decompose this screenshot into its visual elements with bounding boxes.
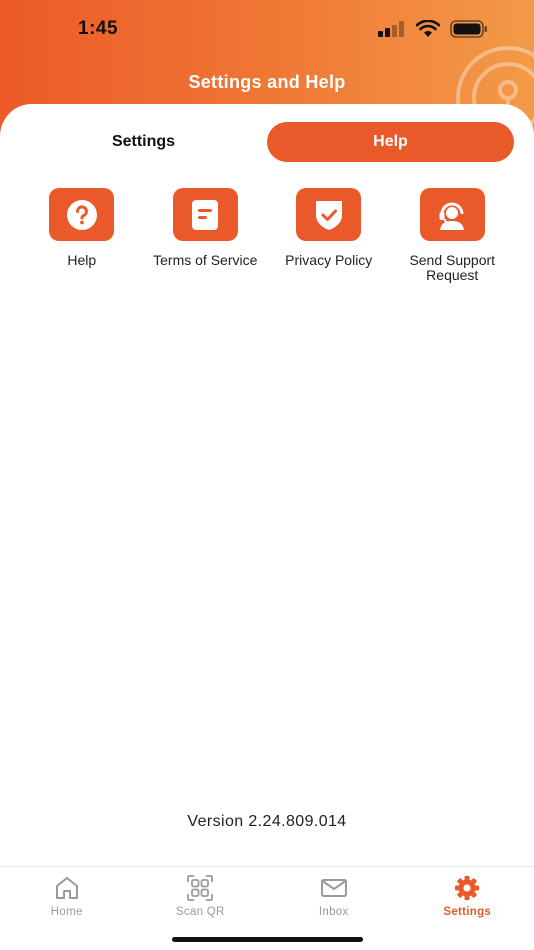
app-version: Version 2.24.809.014 <box>187 813 347 830</box>
status-icons <box>378 20 488 38</box>
nav-label-settings: Settings <box>443 906 492 918</box>
terms-tile-icon-box <box>172 188 238 241</box>
segmented-tabs: Settings Help <box>20 122 514 162</box>
home-icon <box>55 877 78 899</box>
help-tile-label: Help <box>67 252 97 268</box>
home-indicator <box>172 937 363 942</box>
support-tile-label: Send Support Request <box>409 252 496 283</box>
privacy-policy-tile[interactable]: Privacy Policy <box>267 188 391 283</box>
tab-settings[interactable]: Settings <box>20 122 267 162</box>
status-bar: 1:45 <box>0 0 534 56</box>
support-agent-icon <box>439 202 465 230</box>
terms-tile-label: Terms of Service <box>153 252 258 268</box>
gear-icon <box>455 876 480 900</box>
help-options-grid: Help Terms of Service Privacy Policy Sen… <box>20 188 514 283</box>
nav-item-home[interactable]: Home <box>0 867 134 950</box>
privacy-tile-label: Privacy Policy <box>285 252 373 268</box>
tab-help[interactable]: Help <box>267 122 514 162</box>
nav-label-home: Home <box>50 906 83 918</box>
qr-scan-icon <box>187 875 214 901</box>
mail-icon <box>320 879 347 897</box>
nav-item-settings[interactable]: Settings <box>401 867 534 950</box>
privacy-tile-icon-box <box>296 188 362 241</box>
nav-label-inbox: Inbox <box>318 906 349 918</box>
send-support-request-tile[interactable]: Send Support Request <box>391 188 515 283</box>
document-icon <box>192 199 219 230</box>
nav-label-scan-qr: Scan QR <box>175 906 225 918</box>
battery-icon <box>450 20 487 38</box>
cellular-signal-icon <box>378 21 404 37</box>
status-time: 1:45 <box>78 18 119 39</box>
page-title: Settings and Help <box>188 72 346 92</box>
shield-check-icon <box>315 200 342 230</box>
question-circle-icon <box>66 199 97 230</box>
terms-of-service-tile[interactable]: Terms of Service <box>144 188 268 283</box>
help-tile-icon-box <box>49 188 115 241</box>
support-tile-icon-box <box>419 188 485 241</box>
help-tile[interactable]: Help <box>20 188 144 283</box>
wifi-icon <box>416 20 440 37</box>
